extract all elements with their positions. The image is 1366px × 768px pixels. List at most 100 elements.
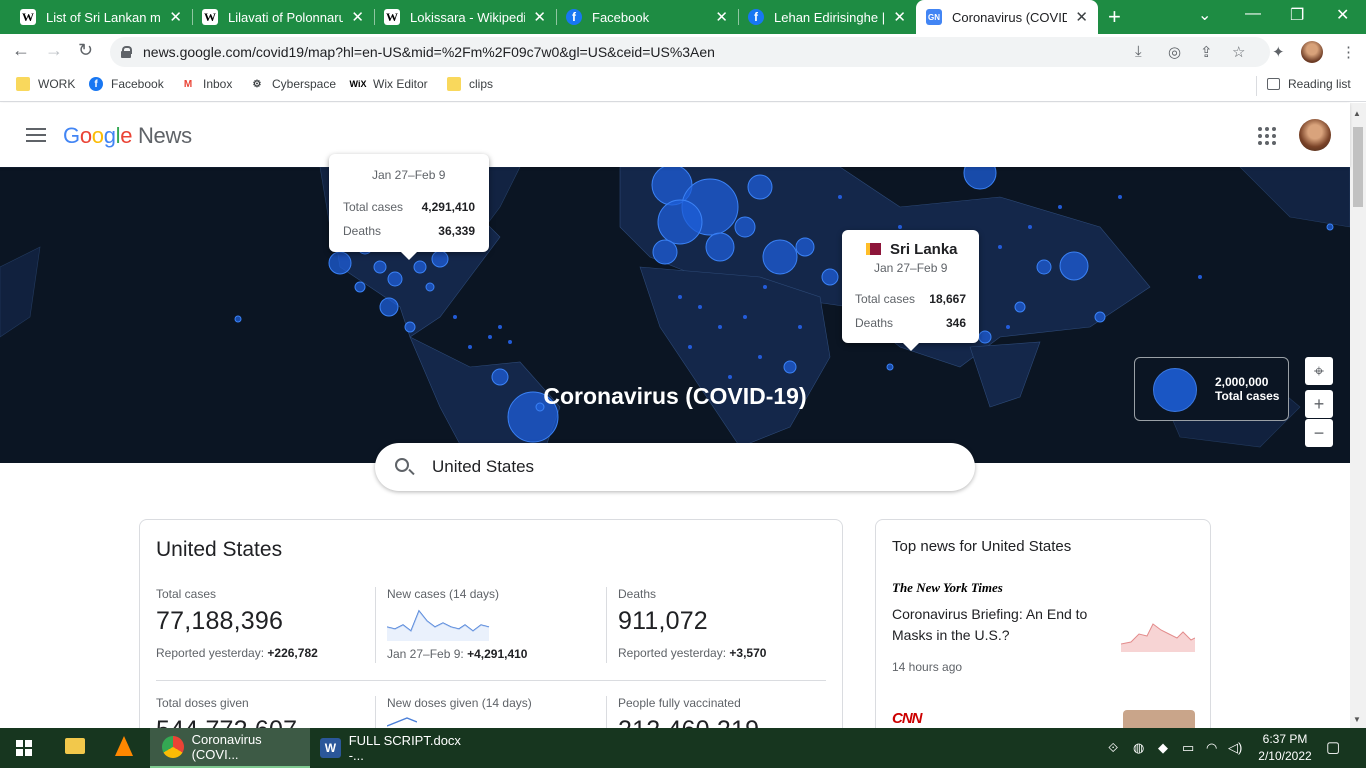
stat-sub: Jan 27–Feb 9: +4,291,410	[387, 647, 597, 661]
taskbar-app-label: Coronavirus (COVI...	[191, 732, 262, 762]
reading-list[interactable]: Reading list	[1267, 77, 1351, 91]
notifications-icon[interactable]: ▢	[1326, 738, 1340, 756]
close-icon[interactable]: ✕	[351, 8, 364, 26]
stat-label: Deaths	[618, 587, 657, 601]
news-heading: Top news for United States	[892, 538, 1072, 555]
deaths-stat: Deaths 911,072 Reported yesterday: +3,57…	[618, 587, 828, 660]
reading-list-icon	[1267, 78, 1280, 90]
us-tooltip: Jan 27–Feb 9 Total cases 4,291,410 Death…	[329, 154, 489, 260]
share-icon[interactable]: ⇪	[1200, 43, 1213, 61]
tab-list-of-sri-lankan-monarchs[interactable]: W List of Sri Lankan mon ✕	[10, 0, 192, 34]
window-close-icon[interactable]: ✕	[1336, 5, 1349, 25]
wix-icon: WiX	[349, 79, 367, 89]
folder-icon	[16, 77, 30, 91]
install-app-icon[interactable]: ⤓	[1135, 43, 1142, 60]
google-letter: g	[103, 123, 116, 148]
address-bar[interactable]: news.google.com/covid19/map?hl=en-US&mid…	[110, 37, 1270, 67]
bookmark-star-icon[interactable]: ☆	[1232, 43, 1245, 61]
tab-facebook[interactable]: f Facebook ✕	[556, 0, 738, 34]
stat-sub: Reported yesterday: +226,782	[156, 646, 366, 660]
tab-coronavirus[interactable]: GN Coronavirus (COVID-1 ✕	[916, 0, 1098, 34]
legend-circle-icon	[1153, 368, 1197, 412]
stat-label: Total cases	[156, 587, 217, 601]
scroll-down-arrow-icon[interactable]: ▼	[1353, 715, 1361, 724]
scrollbar-thumb[interactable]	[1353, 127, 1363, 207]
zoom-out-button[interactable]: −	[1305, 419, 1333, 447]
search-icon[interactable]	[395, 458, 409, 472]
menu-dots-icon[interactable]: ⋮	[1341, 43, 1356, 61]
app-tray-icon[interactable]: ◆	[1158, 740, 1168, 756]
cnn-logo: CNN	[892, 710, 922, 727]
news-headline-link[interactable]: Coronavirus Briefing: An End to Masks in…	[892, 604, 1112, 646]
google-apps-grid-icon[interactable]	[1258, 127, 1276, 145]
tab-search-chevron-icon[interactable]: ⌄	[1198, 5, 1211, 25]
bookmark-facebook[interactable]: f Facebook	[89, 77, 164, 91]
windows-start-icon[interactable]	[16, 740, 32, 756]
my-location-button[interactable]: ⌖	[1305, 357, 1333, 385]
hamburger-menu-icon[interactable]	[26, 128, 46, 142]
minimize-icon[interactable]: —	[1245, 5, 1261, 23]
eye-off-icon[interactable]: ◎	[1168, 43, 1181, 61]
taskbar-app-label: FULL SCRIPT.docx -...	[348, 733, 461, 763]
tab-lokissara[interactable]: W Lokissara - Wikipedia ✕	[374, 0, 556, 34]
url-text[interactable]: news.google.com/covid19/map?hl=en-US&mid…	[143, 44, 715, 60]
chrome-icon	[162, 736, 184, 758]
file-explorer-icon[interactable]	[65, 738, 85, 754]
account-avatar[interactable]	[1299, 119, 1331, 151]
battery-icon[interactable]: ▭	[1182, 740, 1194, 756]
bookmark-work[interactable]: WORK	[16, 77, 75, 91]
profile-avatar[interactable]	[1301, 41, 1323, 63]
sri-lanka-tooltip: Sri Lanka Jan 27–Feb 9 Total cases 18,66…	[842, 230, 979, 351]
stat-sub: Reported yesterday: +3,570	[618, 646, 828, 660]
close-icon[interactable]: ✕	[1075, 8, 1088, 26]
stat-sub-label: Reported yesterday:	[618, 646, 727, 660]
close-icon[interactable]: ✕	[715, 8, 728, 26]
system-clock[interactable]: 6:37 PM 2/10/2022	[1255, 731, 1315, 765]
browser-toolbar: ← → ↻ news.google.com/covid19/map?hl=en-…	[0, 34, 1366, 70]
page-scrollbar[interactable]: ▲ ▼	[1350, 103, 1366, 728]
close-icon[interactable]: ✕	[533, 8, 546, 26]
tooltip-total-cases: 18,667	[929, 292, 966, 306]
lock-icon[interactable]	[121, 46, 132, 58]
gmail-icon: M	[183, 78, 193, 90]
nyt-logo: The New York Times	[892, 580, 1003, 595]
bookmark-clips[interactable]: clips	[447, 77, 493, 91]
close-icon[interactable]: ✕	[893, 8, 906, 26]
search-input[interactable]: United States	[432, 457, 534, 477]
bookmark-cyberspace[interactable]: ⚙ Cyberspace	[250, 77, 337, 91]
forward-arrow-icon[interactable]: →	[45, 40, 63, 61]
stat-label: New cases (14 days)	[387, 587, 500, 601]
wifi-icon[interactable]: ◠	[1206, 740, 1217, 756]
bookmark-wix-editor[interactable]: WiX Wix Editor	[349, 77, 428, 91]
taskbar-word[interactable]: W FULL SCRIPT.docx -...	[312, 728, 472, 768]
back-arrow-icon[interactable]: ←	[12, 40, 30, 61]
new-tab-plus-icon[interactable]: +	[1108, 4, 1121, 30]
taskbar-chrome[interactable]: Coronavirus (COVI...	[150, 728, 310, 768]
wikipedia-icon: W	[20, 9, 36, 25]
google-news-icon: GN	[926, 9, 942, 25]
cyberspace-icon: ⚙	[252, 78, 262, 90]
tab-title: Coronavirus (COVID-1	[952, 9, 1068, 25]
total-cases-stat: Total cases 77,188,396 Reported yesterda…	[156, 587, 366, 660]
volume-icon[interactable]: ◁)	[1228, 740, 1242, 756]
tab-lehan-edirisinghe[interactable]: f Lehan Edirisinghe | Fa ✕	[738, 0, 916, 34]
restore-icon[interactable]: ❐	[1290, 5, 1304, 25]
zoom-in-button[interactable]: +	[1305, 390, 1333, 418]
google-letter: o	[91, 123, 104, 148]
google-news-header: Google News	[0, 103, 1350, 167]
security-tray-icon[interactable]: ◍	[1133, 740, 1144, 756]
bookmark-inbox[interactable]: M Inbox	[181, 77, 233, 91]
network-tray-icon[interactable]: ⟐	[1108, 740, 1118, 756]
google-news-logo[interactable]: Google News	[63, 123, 192, 149]
scroll-up-arrow-icon[interactable]: ▲	[1353, 109, 1361, 118]
bookmark-label: WORK	[38, 77, 76, 91]
extensions-puzzle-icon[interactable]: ✦	[1272, 43, 1285, 61]
tab-lilavati[interactable]: W Lilavati of Polonnaruw ✕	[192, 0, 374, 34]
vlc-icon[interactable]	[115, 736, 133, 756]
sri-lanka-flag-icon	[866, 243, 881, 255]
tab-strip: W List of Sri Lankan mon ✕ W Lilavati of…	[0, 0, 1366, 34]
location-search-box[interactable]: United States	[375, 443, 975, 491]
tab-title: Lilavati of Polonnaruw	[228, 9, 344, 25]
reload-icon[interactable]: ↻	[78, 40, 93, 61]
close-icon[interactable]: ✕	[169, 8, 182, 26]
